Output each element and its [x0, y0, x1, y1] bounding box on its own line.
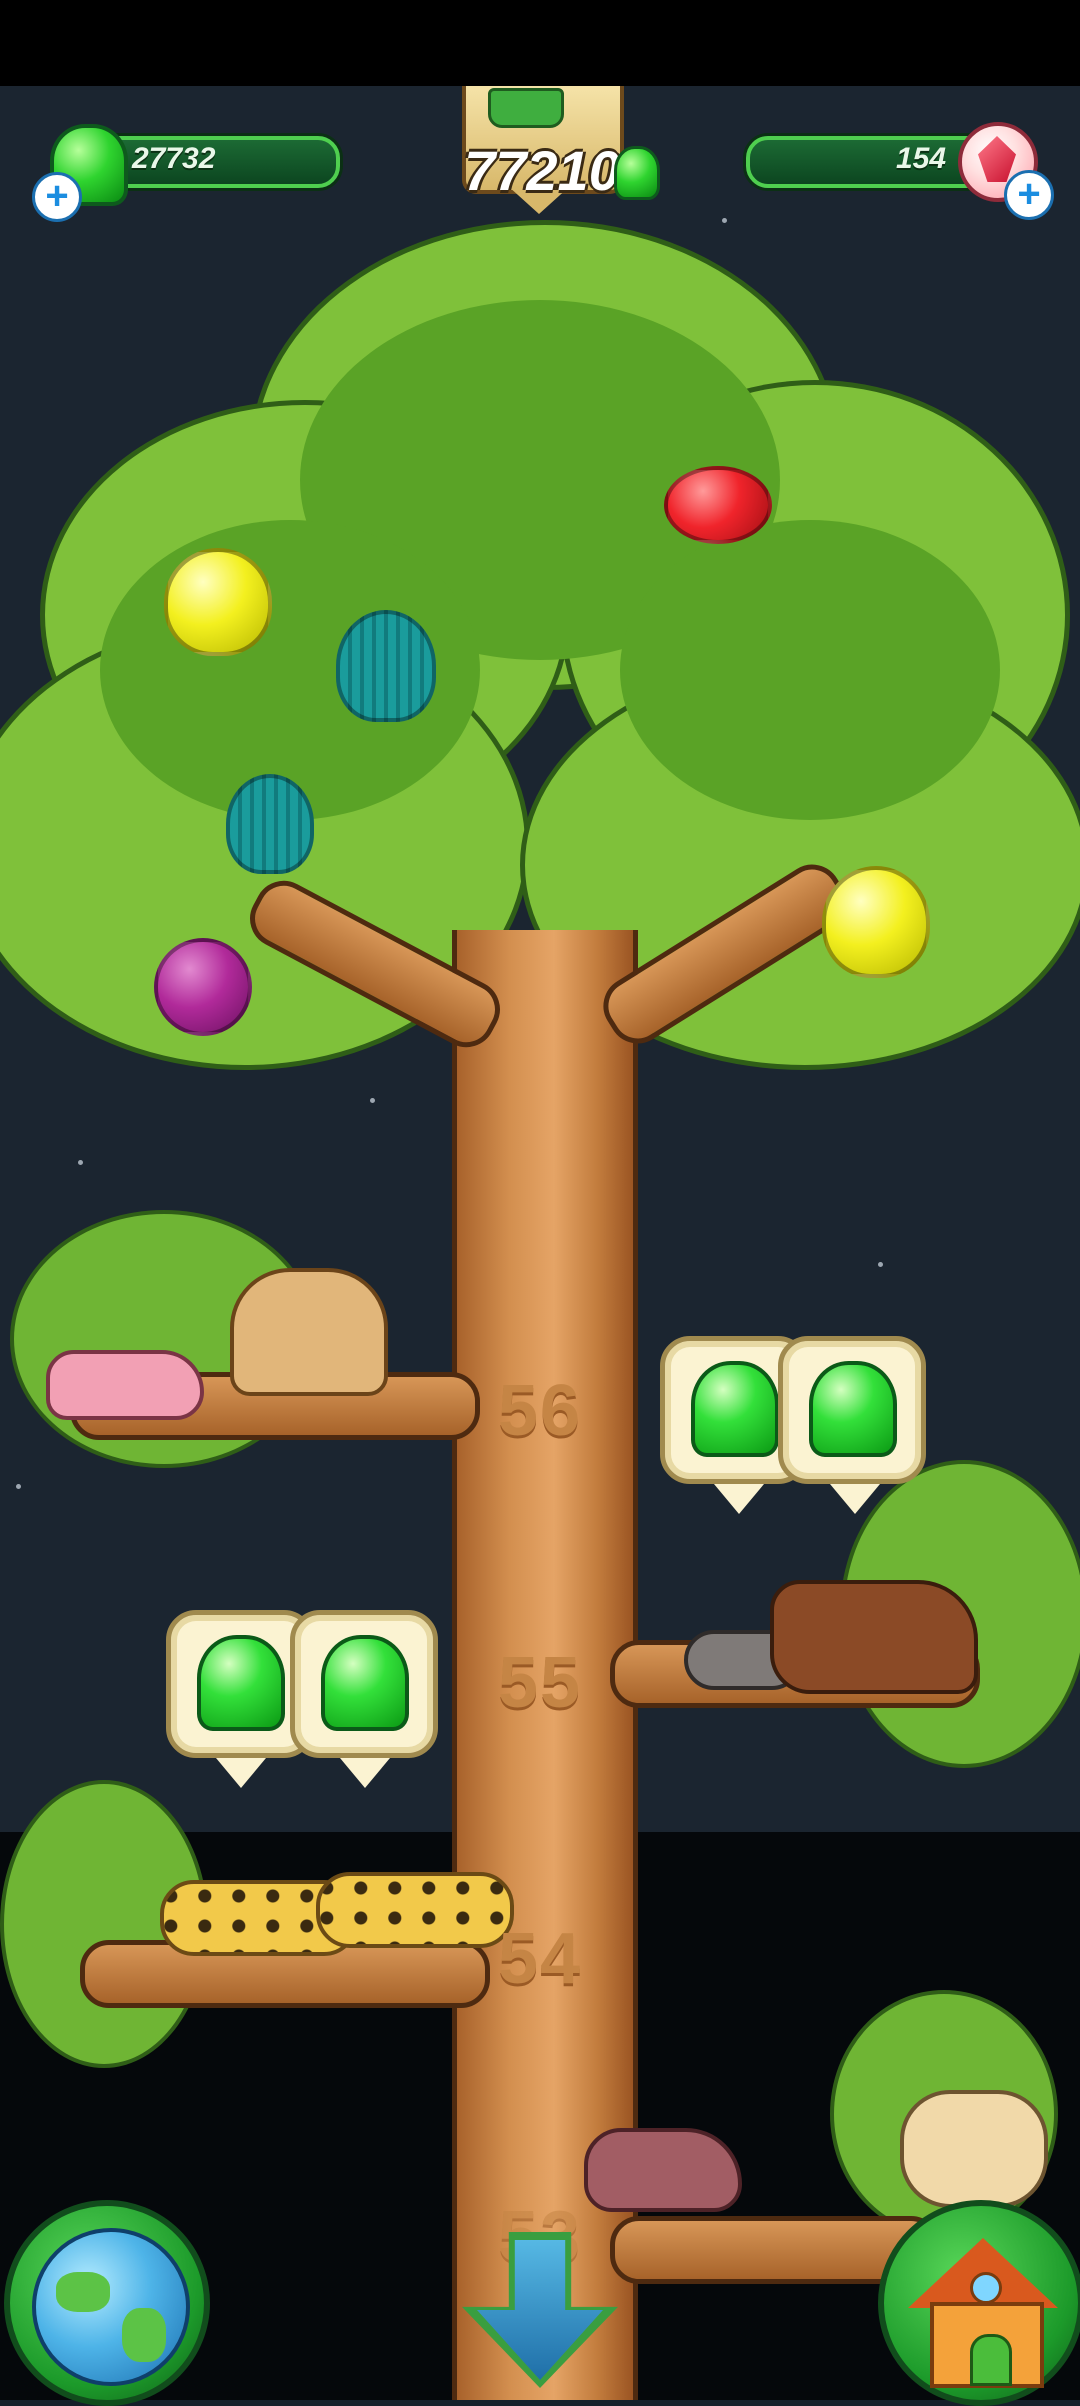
world-map-button[interactable] [4, 2200, 210, 2406]
green-gem-icon [691, 1361, 779, 1457]
lynx[interactable] [900, 2090, 1048, 2208]
camel[interactable] [230, 1268, 388, 1396]
teal-fruit[interactable] [226, 774, 314, 874]
star [78, 1160, 83, 1165]
canopy-shade [620, 520, 1000, 820]
ruby-gem [978, 136, 1016, 182]
home-button[interactable] [878, 2200, 1080, 2406]
red-fruit[interactable] [664, 466, 772, 544]
status-bar [0, 0, 1080, 86]
house-window [970, 2272, 1002, 2304]
total-score: 77210 [464, 139, 620, 202]
star [370, 1098, 375, 1103]
globe-land [122, 2308, 166, 2362]
level-number: 56 [497, 1371, 583, 1451]
gem-reward-bubble[interactable] [290, 1610, 438, 1758]
level-number: 55 [497, 1643, 583, 1723]
plus-icon[interactable]: + [1004, 170, 1054, 220]
ox[interactable] [770, 1580, 978, 1694]
green-gem-icon [197, 1635, 285, 1731]
ruby-counter-bar [746, 136, 990, 188]
green-gem-icon [809, 1361, 897, 1457]
purple-fruit[interactable] [154, 938, 252, 1036]
naked-mole-rat[interactable] [46, 1350, 204, 1420]
down-arrow-icon [477, 2240, 603, 2380]
plus-icon[interactable]: + [32, 172, 82, 222]
house-icon [908, 2238, 1058, 2388]
globe-land [56, 2272, 110, 2312]
scroll-down-button[interactable] [462, 2232, 618, 2388]
gem-count: 27732 [132, 142, 216, 175]
house-door [970, 2334, 1012, 2386]
green-gem-icon [321, 1635, 409, 1731]
level-number: 54 [497, 1919, 583, 1999]
star [16, 1484, 21, 1489]
watering-can-icon [488, 88, 564, 128]
gem-reward-bubble[interactable] [778, 1336, 926, 1484]
yellow-fruit[interactable] [822, 866, 930, 978]
star [722, 218, 727, 223]
ruby-count: 154 [896, 142, 947, 175]
yellow-fruit[interactable] [164, 548, 272, 656]
teal-fruit[interactable] [336, 610, 436, 722]
globe-icon [32, 2228, 190, 2386]
star [878, 1262, 883, 1267]
green-gem-icon [614, 146, 660, 200]
